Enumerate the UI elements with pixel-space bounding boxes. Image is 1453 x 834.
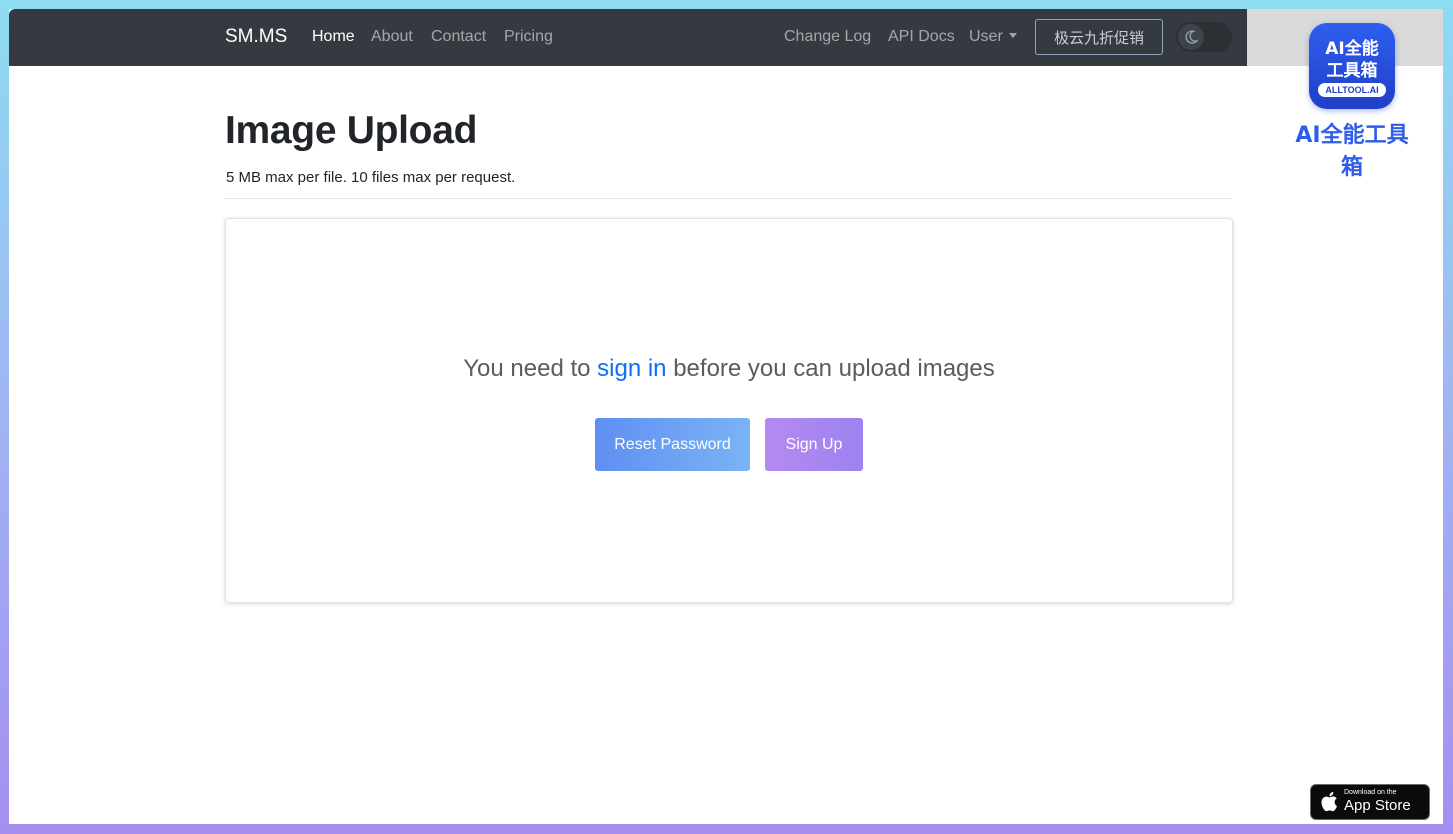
browser-window: SM.MS Home About Contact Pricing Change … xyxy=(9,9,1443,824)
sign-in-notice: You need to sign in before you can uploa… xyxy=(226,355,1232,383)
notice-text-before: You need to xyxy=(463,355,598,382)
alltool-icon-badge: ALLTOOL.AI xyxy=(1318,83,1386,97)
upload-card: You need to sign in before you can uploa… xyxy=(225,218,1233,603)
alltool-icon-line1: AI全能 xyxy=(1325,39,1379,59)
alltool-app-icon[interactable]: AI全能 工具箱 ALLTOOL.AI xyxy=(1309,23,1395,109)
brand-logo[interactable]: SM.MS xyxy=(225,26,287,48)
moon-icon xyxy=(1178,24,1204,50)
user-dropdown[interactable]: User xyxy=(969,28,1017,46)
caret-down-icon xyxy=(1008,33,1017,38)
page-title: Image Upload xyxy=(225,109,478,152)
theme-toggle[interactable] xyxy=(1176,22,1232,52)
sign-in-link[interactable]: sign in xyxy=(597,355,666,382)
nav-link-about[interactable]: About xyxy=(371,28,413,46)
app-store-big-text: App Store xyxy=(1344,797,1411,814)
page-subtitle: 5 MB max per file. 10 files max per requ… xyxy=(226,169,516,186)
navbar: SM.MS Home About Contact Pricing Change … xyxy=(9,9,1247,66)
app-store-small-text: Download on the xyxy=(1344,789,1397,796)
nav-link-pricing[interactable]: Pricing xyxy=(504,28,553,46)
alltool-icon-line2: 工具箱 xyxy=(1326,61,1378,81)
nav-link-change-log[interactable]: Change Log xyxy=(784,28,871,46)
alltool-caption[interactable]: AI全能工具箱 xyxy=(1290,117,1414,181)
reset-password-button[interactable]: Reset Password xyxy=(595,418,750,471)
nav-link-api-docs[interactable]: API Docs xyxy=(888,28,955,46)
app-store-badge[interactable]: Download on the App Store xyxy=(1310,784,1430,820)
promo-button[interactable]: 极云九折促销 xyxy=(1035,19,1163,55)
apple-icon xyxy=(1320,791,1338,817)
nav-link-home[interactable]: Home xyxy=(312,28,355,46)
nav-link-contact[interactable]: Contact xyxy=(431,28,486,46)
sign-up-button[interactable]: Sign Up xyxy=(765,418,863,471)
user-dropdown-label: User xyxy=(969,28,1003,45)
divider xyxy=(225,198,1231,199)
notice-text-after: before you can upload images xyxy=(666,355,995,382)
